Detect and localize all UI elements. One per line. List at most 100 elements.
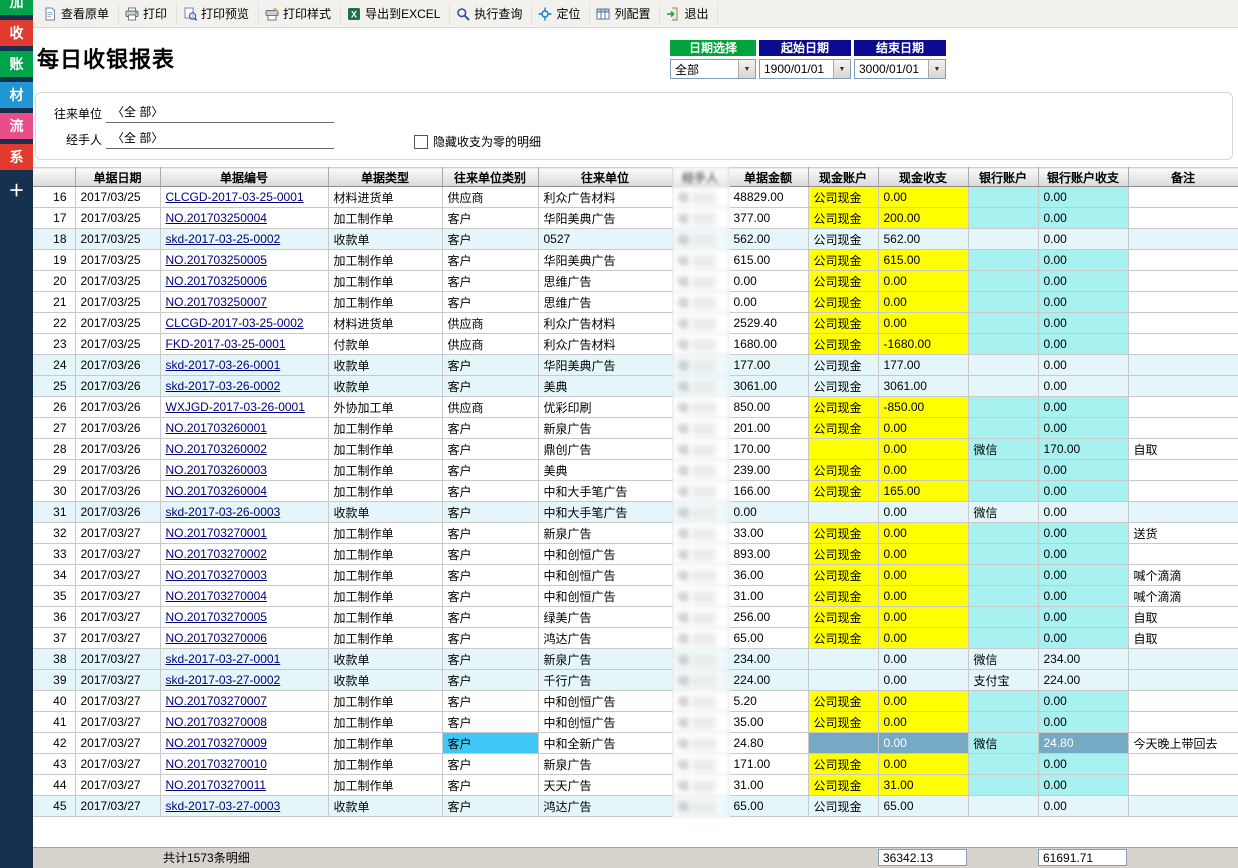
cell-unit[interactable]: 美典	[538, 460, 672, 481]
cell-amount[interactable]: 893.00	[728, 544, 808, 565]
cell-unit[interactable]: 思维广告	[538, 292, 672, 313]
cell-unit[interactable]: 中和大手笔广告	[538, 502, 672, 523]
cell-bank_account[interactable]	[968, 754, 1038, 775]
cell-date[interactable]: 2017/03/26	[75, 418, 160, 439]
cell-num[interactable]: 39	[33, 670, 75, 691]
cell-amount[interactable]: 224.00	[728, 670, 808, 691]
cell-handler[interactable]: 喻	[672, 565, 728, 586]
cell-doc_type[interactable]: 材料进货单	[328, 313, 442, 334]
cell-date[interactable]: 2017/03/26	[75, 460, 160, 481]
cell-unit_type[interactable]: 客户	[442, 208, 538, 229]
cell-amount[interactable]: 171.00	[728, 754, 808, 775]
cell-bank_account[interactable]	[968, 607, 1038, 628]
cell-cash_flow[interactable]: 0.00	[878, 733, 968, 754]
cell-handler[interactable]: 喻	[672, 187, 728, 208]
cell-bank_flow[interactable]: 0.00	[1038, 418, 1128, 439]
doc-link[interactable]: NO.201703270010	[166, 757, 267, 771]
cell-cash_flow[interactable]: 0.00	[878, 439, 968, 460]
cell-unit[interactable]: 华阳美典广告	[538, 355, 672, 376]
cell-cash_flow[interactable]: 65.00	[878, 796, 968, 817]
cell-handler[interactable]: 喻	[672, 439, 728, 460]
cell-remark[interactable]	[1128, 544, 1238, 565]
cell-cash_flow[interactable]: 0.00	[878, 271, 968, 292]
cell-amount[interactable]: 5.20	[728, 691, 808, 712]
cell-date[interactable]: 2017/03/27	[75, 586, 160, 607]
cell-remark[interactable]	[1128, 670, 1238, 691]
cell-bank_flow[interactable]: 0.00	[1038, 775, 1128, 796]
cell-unit[interactable]: 0527	[538, 229, 672, 250]
cell-doc_type[interactable]: 加工制作单	[328, 775, 442, 796]
cell-unit_type[interactable]: 客户	[442, 775, 538, 796]
doc-link[interactable]: skd-2017-03-27-0002	[166, 673, 281, 687]
cell-bank_flow[interactable]: 0.00	[1038, 292, 1128, 313]
cell-date[interactable]: 2017/03/27	[75, 754, 160, 775]
cell-bank_account[interactable]	[968, 523, 1038, 544]
doc-link[interactable]: NO.201703260001	[166, 421, 267, 435]
cell-doc_type[interactable]: 加工制作单	[328, 292, 442, 313]
cell-doc_no[interactable]: FKD-2017-03-25-0001	[160, 334, 328, 355]
cell-remark[interactable]	[1128, 292, 1238, 313]
doc-link[interactable]: skd-2017-03-26-0003	[166, 505, 281, 519]
cell-amount[interactable]: 234.00	[728, 649, 808, 670]
cell-cash_flow[interactable]: 0.00	[878, 292, 968, 313]
cell-date[interactable]: 2017/03/27	[75, 712, 160, 733]
unit-filter-value[interactable]: 〈全 部〉	[106, 103, 334, 123]
cell-amount[interactable]: 36.00	[728, 565, 808, 586]
cell-cash_flow[interactable]: 0.00	[878, 712, 968, 733]
cell-handler[interactable]: 喻	[672, 313, 728, 334]
doc-link[interactable]: skd-2017-03-27-0003	[166, 799, 281, 813]
cell-num[interactable]: 30	[33, 481, 75, 502]
cell-unit[interactable]: 中和创恒广告	[538, 691, 672, 712]
cell-cash_account[interactable]: 公司现金	[808, 397, 878, 418]
print-style-button[interactable]: 打印样式	[259, 3, 341, 25]
cell-cash_flow[interactable]: 0.00	[878, 187, 968, 208]
cell-handler[interactable]: 喻	[672, 334, 728, 355]
cell-bank_account[interactable]	[968, 208, 1038, 229]
cell-num[interactable]: 25	[33, 376, 75, 397]
cell-amount[interactable]: 48829.00	[728, 187, 808, 208]
cell-doc_no[interactable]: NO.201703270004	[160, 586, 328, 607]
cell-handler[interactable]: 喻	[672, 208, 728, 229]
cell-doc_type[interactable]: 加工制作单	[328, 439, 442, 460]
cell-unit[interactable]: 新泉广告	[538, 649, 672, 670]
cell-unit_type[interactable]: 客户	[442, 733, 538, 754]
cell-unit_type[interactable]: 客户	[442, 691, 538, 712]
start-date-combo[interactable]: 1900/01/01 ▼	[759, 59, 851, 79]
cell-remark[interactable]	[1128, 187, 1238, 208]
cell-date[interactable]: 2017/03/27	[75, 544, 160, 565]
cell-cash_flow[interactable]: 3061.00	[878, 376, 968, 397]
cell-bank_account[interactable]	[968, 586, 1038, 607]
cell-cash_account[interactable]: 公司现金	[808, 271, 878, 292]
cell-amount[interactable]: 166.00	[728, 481, 808, 502]
column-header-bank_flow[interactable]: 银行账户收支	[1038, 168, 1128, 187]
cell-remark[interactable]	[1128, 649, 1238, 670]
cell-doc_type[interactable]: 加工制作单	[328, 754, 442, 775]
doc-link[interactable]: NO.201703250006	[166, 274, 267, 288]
cell-unit[interactable]: 新泉广告	[538, 418, 672, 439]
cell-doc_type[interactable]: 收款单	[328, 502, 442, 523]
cell-unit[interactable]: 千行广告	[538, 670, 672, 691]
cell-handler[interactable]: 喻	[672, 397, 728, 418]
doc-link[interactable]: skd-2017-03-25-0002	[166, 232, 281, 246]
cell-unit_type[interactable]: 客户	[442, 460, 538, 481]
cell-doc_type[interactable]: 收款单	[328, 649, 442, 670]
cell-doc_type[interactable]: 加工制作单	[328, 586, 442, 607]
cell-num[interactable]: 41	[33, 712, 75, 733]
cell-cash_flow[interactable]: 0.00	[878, 418, 968, 439]
cell-date[interactable]: 2017/03/25	[75, 271, 160, 292]
cell-cash_account[interactable]: 公司现金	[808, 208, 878, 229]
cell-doc_no[interactable]: NO.201703270006	[160, 628, 328, 649]
cell-unit[interactable]: 新泉广告	[538, 523, 672, 544]
run-query-button[interactable]: 执行查询	[450, 3, 532, 25]
cell-cash_account[interactable]: 公司现金	[808, 565, 878, 586]
cell-bank_account[interactable]: 微信	[968, 649, 1038, 670]
cell-date[interactable]: 2017/03/25	[75, 229, 160, 250]
cell-doc_no[interactable]: skd-2017-03-27-0003	[160, 796, 328, 817]
cell-num[interactable]: 31	[33, 502, 75, 523]
column-header-unit[interactable]: 往来单位	[538, 168, 672, 187]
cell-num[interactable]: 27	[33, 418, 75, 439]
doc-link[interactable]: skd-2017-03-26-0002	[166, 379, 281, 393]
cell-bank_account[interactable]: 微信	[968, 502, 1038, 523]
cell-num[interactable]: 32	[33, 523, 75, 544]
cell-bank_flow[interactable]: 0.00	[1038, 355, 1128, 376]
